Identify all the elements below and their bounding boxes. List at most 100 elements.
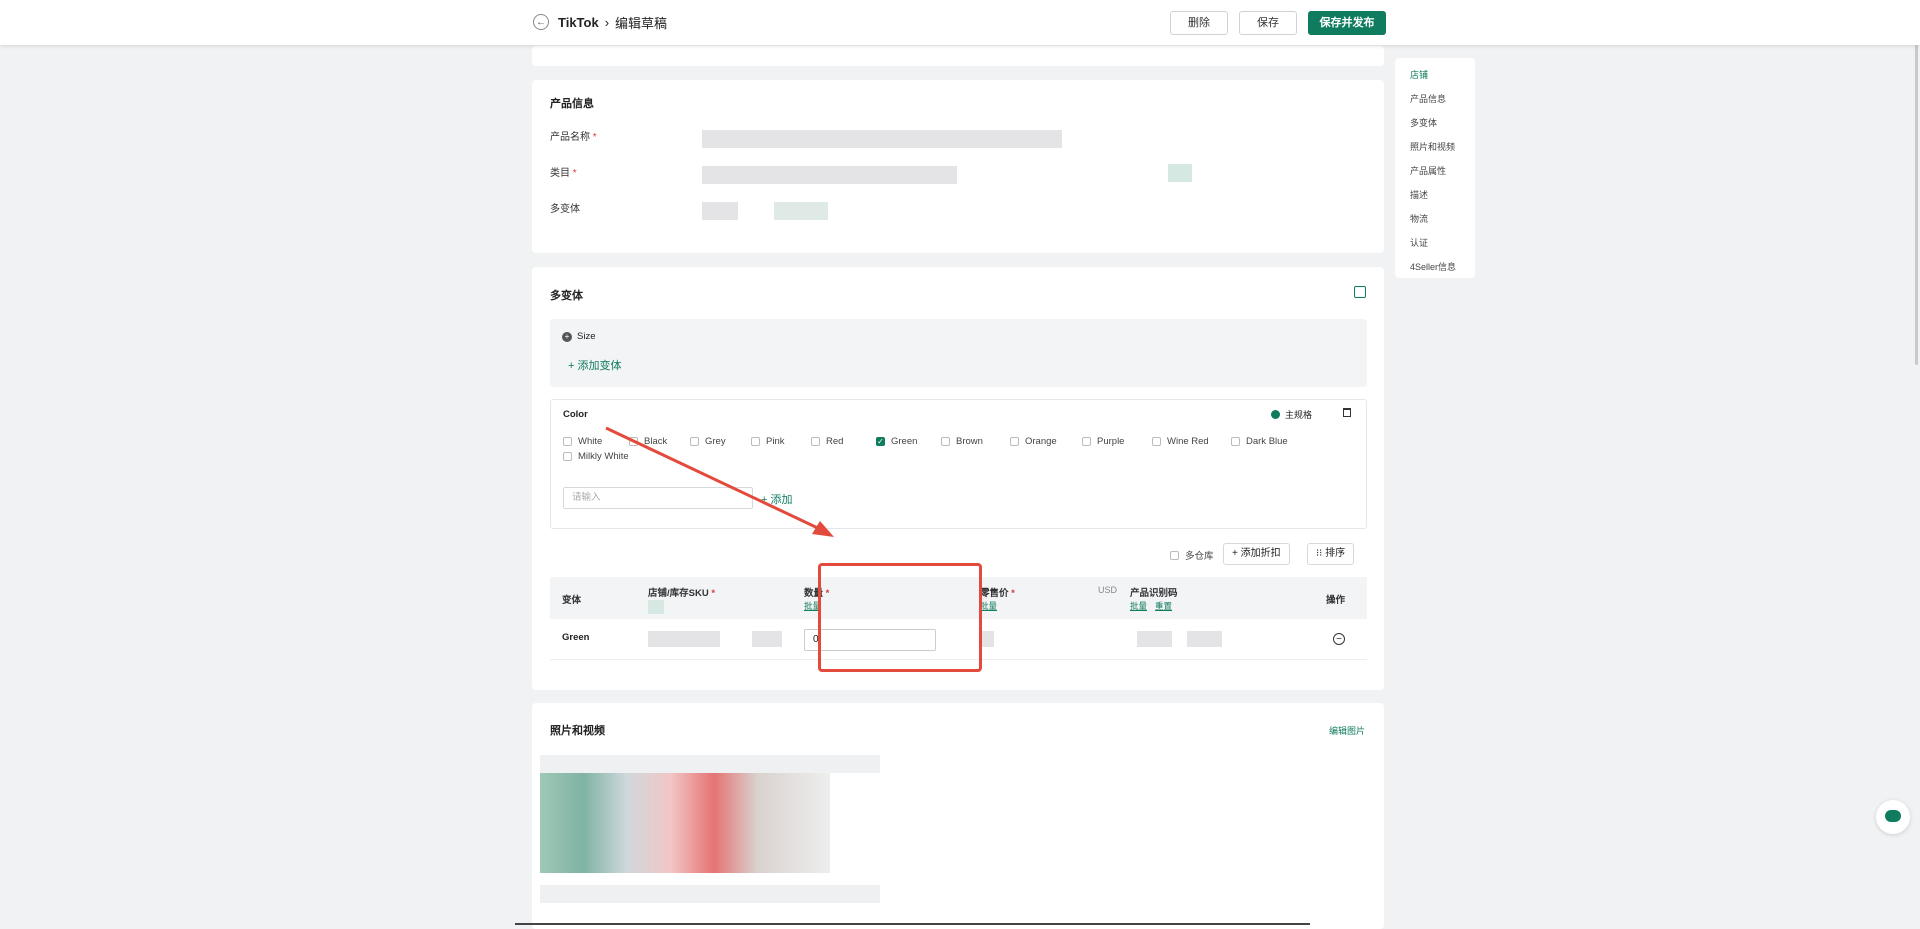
price-input[interactable]: [980, 631, 994, 647]
color-option[interactable]: Brown: [941, 436, 983, 447]
color-option[interactable]: Orange: [1010, 436, 1057, 447]
remove-row-icon[interactable]: −: [1333, 633, 1345, 645]
main-spec-radio[interactable]: 主规格: [1271, 408, 1312, 421]
product-id-input-2[interactable]: [1187, 631, 1222, 647]
sort-label: 排序: [1325, 548, 1346, 559]
checkbox-icon: [563, 452, 572, 461]
section-nav-item[interactable]: 4Seller信息: [1410, 260, 1456, 273]
vertical-scrollbar[interactable]: [1915, 45, 1918, 365]
section-nav-item[interactable]: 认证: [1410, 236, 1428, 249]
color-option-label: Milkly White: [578, 451, 629, 462]
id-batch-link[interactable]: 批量: [1130, 600, 1147, 612]
col-variant: 变体: [562, 595, 582, 606]
sku-field-2[interactable]: [752, 631, 782, 647]
checkbox-icon: [1082, 437, 1091, 446]
currency-label: USD: [1098, 585, 1118, 595]
add-color-button[interactable]: + 添加: [761, 491, 793, 507]
color-option-label: Red: [826, 436, 844, 447]
sort-icon: ⁝⁝: [1316, 548, 1323, 559]
plus-icon: +: [568, 360, 575, 372]
color-option[interactable]: Milkly White: [563, 451, 629, 462]
color-option[interactable]: Pink: [751, 436, 784, 447]
breadcrumb-root[interactable]: TikTok: [558, 15, 599, 30]
save-button[interactable]: 保存: [1239, 11, 1297, 35]
section-nav-item[interactable]: 照片和视频: [1410, 140, 1455, 153]
row-variant: Green: [562, 632, 590, 643]
product-image[interactable]: [540, 773, 830, 873]
product-id-input[interactable]: [1137, 631, 1172, 647]
color-option[interactable]: White: [563, 436, 602, 447]
checkbox-icon: [811, 437, 820, 446]
price-batch-link[interactable]: 批量: [980, 600, 997, 612]
checkbox-icon: [751, 437, 760, 446]
horizontal-scrollbar[interactable]: [515, 923, 1310, 925]
checkbox-icon: [563, 437, 572, 446]
color-option[interactable]: ✓ Green: [876, 436, 917, 447]
add-color-label: 添加: [770, 494, 793, 506]
plus-circle-icon[interactable]: +: [562, 331, 572, 342]
radio-checked-icon: [1271, 410, 1280, 419]
edit-images-link[interactable]: 编辑图片: [1329, 724, 1365, 737]
multi-warehouse-checkbox[interactable]: 多仓库: [1170, 548, 1214, 562]
color-option[interactable]: Grey: [690, 436, 726, 447]
product-name-field[interactable]: [702, 130, 1062, 148]
image-thumbnail-strip: [540, 755, 880, 773]
color-title: Color: [563, 409, 588, 420]
category-edit-icon[interactable]: [1168, 164, 1192, 182]
col-sku: 店铺/库存SKU *: [648, 588, 716, 599]
color-option-label: Grey: [705, 436, 726, 447]
category-label: 类目 *: [550, 168, 577, 179]
checkbox-icon: [1231, 437, 1240, 446]
save-publish-button[interactable]: 保存并发布: [1308, 11, 1386, 35]
size-tag: + Size: [562, 331, 595, 342]
variants-label: 多变体: [550, 204, 580, 215]
edit-icon[interactable]: [1354, 286, 1366, 298]
delete-button[interactable]: 删除: [1170, 11, 1228, 35]
product-info-title: 产品信息: [550, 98, 594, 110]
color-option-label: Wine Red: [1167, 436, 1209, 447]
sort-button[interactable]: ⁝⁝ 排序: [1307, 543, 1355, 565]
plus-icon: +: [1232, 548, 1238, 559]
color-option-label: Dark Blue: [1246, 436, 1288, 447]
section-nav-item[interactable]: 物流: [1410, 212, 1428, 225]
breadcrumb: TikTok › 编辑草稿: [558, 13, 667, 32]
id-reset-link[interactable]: 重置: [1155, 600, 1172, 612]
top-bar: ← TikTok › 编辑草稿 删除 保存 保存并发布: [0, 0, 1920, 45]
color-option[interactable]: Purple: [1082, 436, 1124, 447]
col-product-id: 产品识别码: [1130, 588, 1178, 599]
size-section: + Size + 添加变体: [550, 319, 1367, 387]
add-discount-button[interactable]: + 添加折扣: [1223, 543, 1290, 565]
color-section: Color 主规格 White Black Grey Pink Red ✓ Green Bro…: [550, 399, 1367, 529]
color-option[interactable]: Red: [811, 436, 843, 447]
add-variant-label: 添加变体: [577, 360, 622, 372]
color-option[interactable]: Dark Blue: [1231, 436, 1288, 447]
category-field[interactable]: [702, 166, 957, 184]
sku-field[interactable]: [648, 631, 720, 647]
section-nav-item[interactable]: 产品信息: [1410, 92, 1446, 105]
multi-warehouse-label: 多仓库: [1185, 551, 1214, 562]
media-title: 照片和视频: [550, 725, 605, 737]
checkbox-icon: [629, 437, 638, 446]
color-input[interactable]: 请输入: [563, 487, 753, 509]
color-option[interactable]: Black: [629, 436, 667, 447]
color-option[interactable]: Wine Red: [1152, 436, 1209, 447]
trash-icon[interactable]: [1343, 408, 1351, 417]
section-nav-item[interactable]: 店铺: [1410, 68, 1428, 81]
store-card: [532, 46, 1384, 66]
section-nav-item[interactable]: 多变体: [1410, 116, 1437, 129]
plus-icon: +: [761, 494, 768, 506]
sku-batch-link[interactable]: [648, 600, 664, 614]
variants-title: 多变体: [550, 290, 583, 302]
breadcrumb-separator: ›: [604, 15, 610, 30]
add-discount-label: 添加折扣: [1240, 548, 1281, 559]
section-nav-item[interactable]: 描述: [1410, 188, 1428, 201]
media-card: 照片和视频 编辑图片: [532, 703, 1384, 929]
section-nav-item[interactable]: 产品属性: [1410, 164, 1446, 177]
chat-button[interactable]: [1876, 800, 1910, 834]
color-option-label: Brown: [956, 436, 983, 447]
checkbox-icon: [690, 437, 699, 446]
color-option-label: Orange: [1025, 436, 1057, 447]
add-variant-link[interactable]: + 添加变体: [568, 357, 622, 373]
arrow-left-icon[interactable]: ←: [533, 14, 549, 30]
col-price: 零售价 *: [980, 588, 1015, 599]
